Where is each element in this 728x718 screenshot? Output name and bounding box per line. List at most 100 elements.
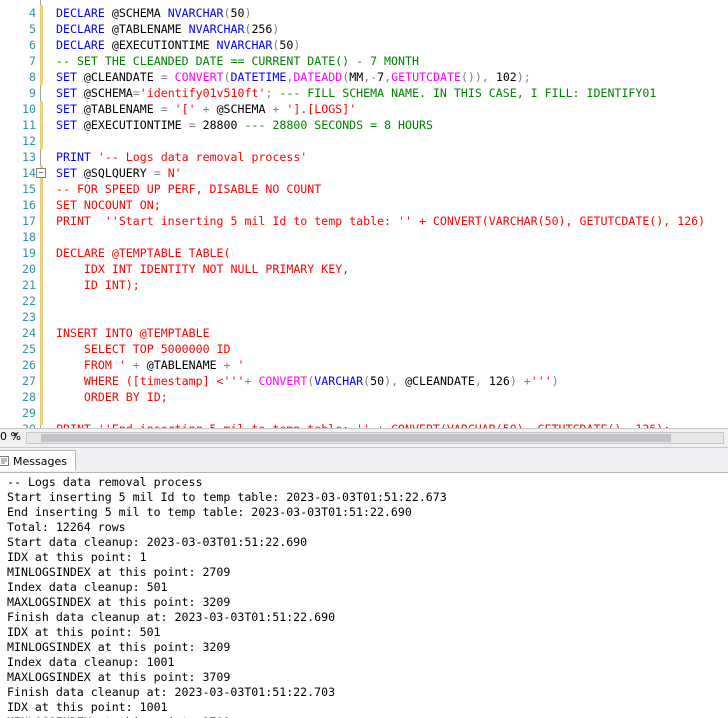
messages-icon [0, 456, 9, 466]
code-text: FROM ' + @TABLENAME + ' [56, 357, 245, 373]
message-line: MINLOGSINDEX at this point: 2709 [7, 565, 231, 579]
code-token: ,- [363, 70, 378, 84]
line-number: 27 [22, 374, 36, 388]
line-number: 22 [22, 294, 36, 308]
collapse-icon[interactable]: − [36, 168, 46, 178]
line-number: 14 [22, 166, 36, 180]
code-line[interactable]: 23 [0, 309, 728, 325]
code-token: = [132, 86, 140, 100]
code-line[interactable]: 28 ORDER BY ID; [0, 389, 728, 405]
code-line[interactable]: 30 PRINT ''End inserting 5 mil to temp ta… [0, 421, 728, 428]
code-token: '].[LOGS]' [286, 102, 357, 116]
code-token: ; [265, 86, 280, 100]
code-token: DECLARE [56, 22, 112, 36]
code-token: 102 [495, 70, 517, 84]
code-token: + [272, 102, 287, 116]
code-token: + [244, 374, 259, 388]
code-text: ORDER BY ID; [56, 389, 168, 405]
code-line[interactable]: 8 SET @CLEANDATE = CONVERT(DATETIME,DATEA… [0, 69, 728, 85]
code-token: SET NOCOUNT ON; [56, 198, 161, 212]
code-text: SET @EXECUTIONTIME = 28800 --- 28800 SEC… [56, 117, 433, 133]
message-line: -- Logs data removal process [7, 475, 203, 489]
code-token: ( [223, 70, 231, 84]
code-line[interactable]: 9 SET @SCHEMA='identify01v510ft'; --- FIL… [0, 85, 728, 101]
code-line[interactable]: 16 SET NOCOUNT ON; [0, 197, 728, 213]
zoom-dropdown-icon[interactable]: ▾ [13, 430, 18, 441]
code-line[interactable]: 5 DECLARE @TABLENAME NVARCHAR(256) [0, 21, 728, 37]
code-text: DECLARE @TEMPTABLE TABLE( [56, 245, 231, 261]
code-token: -- SET THE CLEANDED DATE == CURRENT DATE… [56, 54, 419, 68]
code-text: -- SET THE CLEANDED DATE == CURRENT DATE… [56, 53, 419, 69]
code-token: + [223, 358, 238, 372]
code-token: ); [516, 70, 531, 84]
code-token: 50 [370, 374, 385, 388]
code-token: @SCHEMA [111, 6, 168, 20]
code-line[interactable]: 27 WHERE ([timestamp] <'''+ CONVERT(VARC… [0, 373, 728, 389]
message-line: MAXLOGSINDEX at this point: 3209 [7, 595, 231, 609]
line-number: 16 [22, 198, 36, 212]
code-token: DECLARE @TEMPTABLE TABLE( [56, 246, 231, 260]
line-number: 17 [22, 214, 36, 228]
code-line[interactable]: 22 [0, 293, 728, 309]
code-line[interactable]: 14− SET @SQLQUERY = N' [0, 165, 728, 181]
editor-status-bar: 0 % ▾ [0, 428, 728, 448]
code-text: SET @CLEANDATE = CONVERT(DATETIME,DATEAD… [56, 69, 531, 85]
message-line: MAXLOGSINDEX at this point: 3709 [7, 670, 231, 684]
line-number: 28 [22, 390, 36, 404]
code-lines: 4 DECLARE @SCHEMA NVARCHAR(50) 5 DECLARE @T… [0, 5, 728, 428]
code-line[interactable]: 18 [0, 229, 728, 245]
code-line[interactable]: 26 FROM ' + @TABLENAME + ' [0, 357, 728, 373]
code-token: ORDER BY ID; [56, 390, 168, 404]
code-line[interactable]: 20 IDX INT IDENTITY NOT NULL PRIMARY KEY… [0, 261, 728, 277]
scrollbar-thumb[interactable] [41, 434, 671, 442]
horizontal-scrollbar[interactable] [26, 432, 724, 444]
messages-pane[interactable]: -- Logs data removal process Start insert… [0, 473, 728, 718]
code-token: IDX INT IDENTITY NOT NULL PRIMARY KEY, [56, 262, 350, 276]
line-number: 18 [22, 230, 36, 244]
code-line[interactable]: 4 DECLARE @SCHEMA NVARCHAR(50) [0, 5, 728, 21]
code-line[interactable]: 21 ID INT); [0, 277, 728, 293]
line-number: 13 [22, 150, 36, 164]
code-token: N' [167, 166, 182, 180]
code-token: @SQLQUERY [83, 166, 154, 180]
code-token: ), [384, 374, 406, 388]
code-token: SET [56, 86, 84, 100]
line-number: 30 [0, 421, 36, 428]
code-line[interactable]: 29 [0, 405, 728, 421]
code-line[interactable]: 11 SET @EXECUTIONTIME = 28800 --- 28800 S… [0, 117, 728, 133]
tab-messages[interactable]: Messages [0, 450, 76, 471]
code-token: PRINT [56, 150, 98, 164]
code-line[interactable]: 12 [0, 133, 728, 149]
tab-messages-label: Messages [13, 455, 67, 468]
code-line[interactable]: 10 SET @TABLENAME = '[' + @SCHEMA + '].[L… [0, 101, 728, 117]
code-line[interactable]: 15 -- FOR SPEED UP PERF, DISABLE NO COUNT [0, 181, 728, 197]
code-line[interactable]: 17 PRINT ''Start inserting 5 mil Id to te… [0, 213, 728, 229]
code-line[interactable]: 24 INSERT INTO @TEMPTABLE [0, 325, 728, 341]
code-line[interactable]: 7 -- SET THE CLEANDED DATE == CURRENT DAT… [0, 53, 728, 69]
line-number: 19 [22, 246, 36, 260]
code-token: + [195, 102, 217, 116]
code-token: 50 [279, 38, 294, 52]
code-token: GETUTCDATE [391, 70, 461, 84]
code-token: --- 28800 SECONDS = 8 HOURS [244, 118, 433, 132]
code-line[interactable]: 13 PRINT '-- Logs data removal process' [0, 149, 728, 165]
code-line[interactable]: 25 SELECT TOP 5000000 ID [0, 341, 728, 357]
line-number: 26 [22, 358, 36, 372]
code-line[interactable]: 19 DECLARE @TEMPTABLE TABLE( [0, 245, 728, 261]
line-number: 11 [22, 118, 36, 132]
code-text: SELECT TOP 5000000 ID [56, 341, 231, 357]
code-token: SET [56, 166, 84, 180]
code-token: ) [244, 6, 252, 20]
code-token: 126 [488, 374, 510, 388]
message-line: Index data cleanup: 1001 [7, 655, 175, 669]
code-text: INSERT INTO @TEMPTABLE [56, 325, 210, 341]
code-text: SET NOCOUNT ON; [56, 197, 161, 213]
code-token: ' [237, 358, 245, 372]
code-line[interactable]: 6 DECLARE @EXECUTIONTIME NVARCHAR(50) [0, 37, 728, 53]
code-text: DECLARE @EXECUTIONTIME NVARCHAR(50) [56, 37, 300, 53]
code-token: @EXECUTIONTIME [83, 118, 189, 132]
message-line: IDX at this point: 501 [7, 625, 161, 639]
code-token: NVARCHAR [216, 38, 273, 52]
line-number: 4 [29, 6, 36, 20]
query-editor[interactable]: 4 DECLARE @SCHEMA NVARCHAR(50) 5 DECLARE @T… [0, 0, 728, 428]
